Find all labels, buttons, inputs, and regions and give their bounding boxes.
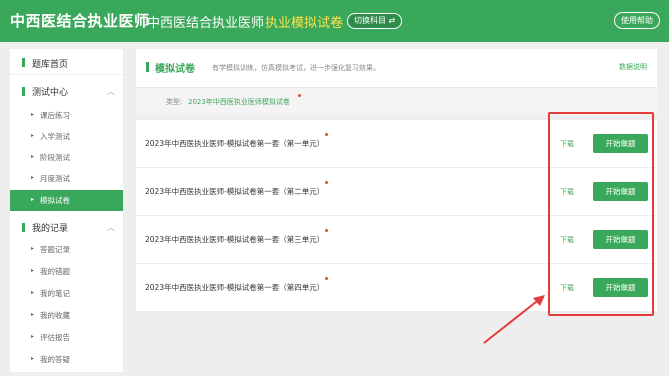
exam-row: 2023年中西医执业医师-模拟试卷第一套（第四单元） 下载 开始做题 [136, 264, 657, 312]
sidebar-item-label: 我的收藏 [40, 311, 70, 320]
sidebar-item-label: 阶段测试 [40, 153, 70, 162]
triangle-right-icon: ▸ [31, 132, 35, 139]
data-explanation-link[interactable]: 数据说明 [619, 62, 647, 72]
triangle-right-icon: ▸ [31, 267, 35, 274]
sidebar-item-entrance-test[interactable]: ▸ 入学测试 [10, 126, 123, 147]
accent-bar [22, 223, 25, 232]
triangle-right-icon: ▸ [31, 333, 35, 340]
new-indicator-dot [325, 181, 328, 184]
type-option[interactable]: 2023年中西医执业医师模拟试卷 [188, 97, 290, 107]
mock-exam-panel-header: 模拟试卷 有学模拟训练，仿真模拟考试，进一步强化复习效果。 数据说明 类型: 2… [136, 49, 657, 115]
sidebar: 题库首页 测试中心 ︿ ▸ 课后练习 ▸ 入学测试 ▸ 阶段测试 ▸ 月度测试 … [10, 49, 123, 372]
current-subject: 中西医结合执业医师 [147, 16, 265, 31]
page-description: 有学模拟训练，仿真模拟考试，进一步强化复习效果。 [212, 64, 380, 72]
triangle-right-icon: ▸ [31, 174, 35, 181]
triangle-right-icon: ▸ [31, 196, 35, 203]
triangle-right-icon: ▸ [31, 289, 35, 296]
triangle-right-icon: ▸ [31, 245, 35, 252]
triangle-right-icon: ▸ [31, 153, 35, 160]
sidebar-item-label: 月度测试 [40, 174, 70, 183]
download-link[interactable]: 下载 [560, 235, 574, 245]
accent-bar [146, 62, 149, 72]
sidebar-group-my-records[interactable]: 我的记录 ︿ [10, 215, 123, 239]
sidebar-item-wrong-questions[interactable]: ▸ 我的错题 [10, 261, 123, 282]
sidebar-item-label: 题库首页 [32, 60, 69, 70]
start-exam-button[interactable]: 开始做题 [593, 230, 648, 249]
exam-title: 2023年中西医执业医师-模拟试卷第一套（第四单元） [145, 283, 325, 292]
sidebar-item-label: 课后练习 [40, 111, 70, 120]
sidebar-item-monthly-test[interactable]: ▸ 月度测试 [10, 168, 123, 189]
sidebar-item-label: 模拟试卷 [40, 196, 70, 205]
download-link[interactable]: 下载 [560, 283, 574, 293]
sidebar-item-label: 评估报告 [40, 333, 70, 342]
exam-row: 2023年中西医执业医师-模拟试卷第一套（第三单元） 下载 开始做题 [136, 216, 657, 264]
exam-row: 2023年中西医执业医师-模拟试卷第一套（第二单元） 下载 开始做题 [136, 168, 657, 216]
type-label: 类型: [166, 98, 183, 106]
sidebar-item-home[interactable]: 题库首页 [10, 49, 123, 75]
current-mode: 执业模拟试卷 [265, 16, 344, 31]
brand-title: 中西医结合执业医师 [10, 12, 150, 30]
sidebar-group-label: 测试中心 [32, 88, 69, 98]
page-title: 模拟试卷 [155, 64, 195, 75]
type-filter-row: 类型: 2023年中西医执业医师模拟试卷 [136, 87, 657, 115]
top-header: 中西医结合执业医师 中西医结合执业医师 执业模拟试卷 切换科目 ⇄ 使用帮助 [0, 0, 669, 42]
new-indicator-dot [325, 229, 328, 232]
new-indicator-dot [325, 277, 328, 280]
new-indicator-dot [298, 94, 301, 97]
accent-bar [22, 58, 25, 67]
sidebar-item-assessment-report[interactable]: ▸ 评估报告 [10, 327, 123, 348]
sidebar-item-stage-test[interactable]: ▸ 阶段测试 [10, 147, 123, 168]
accent-bar [22, 87, 25, 96]
sidebar-group-label: 我的记录 [32, 224, 69, 234]
download-link[interactable]: 下载 [560, 139, 574, 149]
sidebar-item-label: 我的笔记 [40, 289, 70, 298]
new-indicator-dot [325, 133, 328, 136]
exam-title: 2023年中西医执业医师-模拟试卷第一套（第一单元） [145, 139, 325, 148]
triangle-right-icon: ▸ [31, 355, 35, 362]
sidebar-item-answer-records[interactable]: ▸ 答题记录 [10, 239, 123, 260]
start-exam-button[interactable]: 开始做题 [593, 134, 648, 153]
chevron-up-icon[interactable]: ︿ [107, 86, 115, 97]
triangle-right-icon: ▸ [31, 311, 35, 318]
exam-title: 2023年中西医执业医师-模拟试卷第一套（第二单元） [145, 187, 325, 196]
sidebar-item-label: 答题记录 [40, 245, 70, 254]
start-exam-button[interactable]: 开始做题 [593, 278, 648, 297]
exam-title: 2023年中西医执业医师-模拟试卷第一套（第三单元） [145, 235, 325, 244]
triangle-right-icon: ▸ [31, 111, 35, 118]
sidebar-item-after-class-practice[interactable]: ▸ 课后练习 [10, 105, 123, 126]
switch-subject-button[interactable]: 切换科目 ⇄ [347, 13, 403, 29]
sidebar-item-my-questions[interactable]: ▸ 我的答疑 [10, 349, 123, 370]
start-exam-button[interactable]: 开始做题 [593, 182, 648, 201]
sidebar-item-label: 我的答疑 [40, 355, 70, 364]
sidebar-item-favorites[interactable]: ▸ 我的收藏 [10, 305, 123, 326]
exam-list: 2023年中西医执业医师-模拟试卷第一套（第一单元） 下载 开始做题 2023年… [136, 120, 657, 312]
sidebar-item-label: 入学测试 [40, 132, 70, 141]
sidebar-item-mock-exam[interactable]: ▸ 模拟试卷 [10, 190, 123, 211]
chevron-up-icon[interactable]: ︿ [107, 222, 115, 233]
sidebar-item-notes[interactable]: ▸ 我的笔记 [10, 283, 123, 304]
download-link[interactable]: 下载 [560, 187, 574, 197]
exam-row: 2023年中西医执业医师-模拟试卷第一套（第一单元） 下载 开始做题 [136, 120, 657, 168]
sidebar-group-test-center[interactable]: 测试中心 ︿ [10, 79, 123, 103]
sidebar-item-label: 我的错题 [40, 267, 70, 276]
help-button[interactable]: 使用帮助 [614, 12, 660, 29]
